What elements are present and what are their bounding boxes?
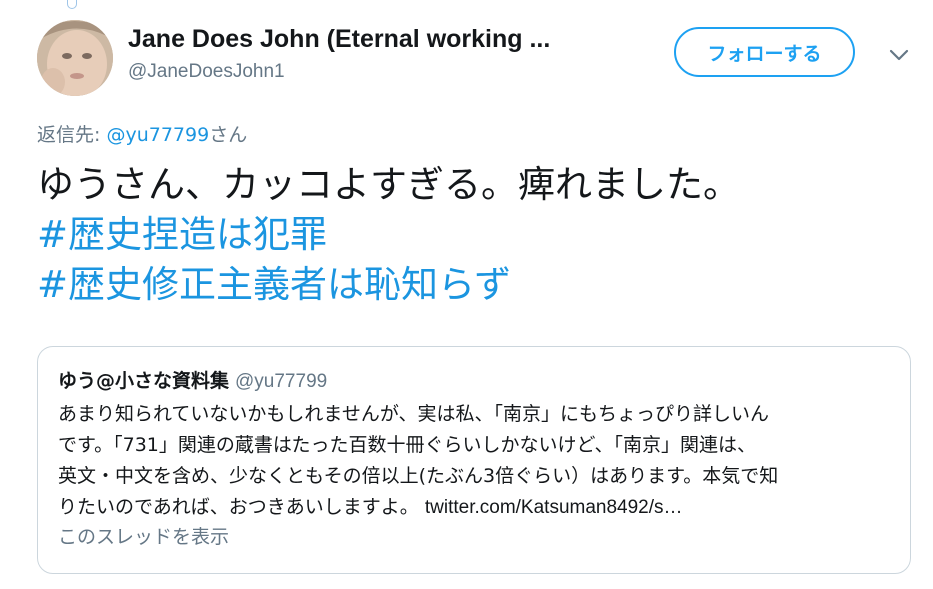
hashtag-link[interactable]: #歴史捏造は犯罪 <box>37 210 917 260</box>
quoted-text-line: 英文・中文を含め、少なくともその倍以上(たぶん3倍ぐらい）はあります。本気で知 <box>58 465 779 487</box>
author-display-name[interactable]: Jane Does John (Eternal working ... <box>128 22 618 56</box>
more-options-button[interactable] <box>884 42 914 68</box>
quoted-text-line: あまり知られていないかもしれませんが、実は私、「南京」にもちょっぴり詳しいん <box>58 403 769 425</box>
chevron-down-icon <box>889 49 909 61</box>
reply-context: 返信先: @yu77799さん <box>37 121 247 149</box>
quoted-tweet-text: あまり知られていないかもしれませんが、実は私、「南京」にもちょっぴり詳しいん で… <box>58 399 898 523</box>
avatar[interactable] <box>37 20 113 96</box>
quoted-text-line: です。「731」関連の蔵書はたった百数十冊ぐらいしかないけど、「南京」関連は、 <box>58 434 757 456</box>
avatar-image <box>37 20 113 96</box>
tweet-embed: Jane Does John (Eternal working ... @Jan… <box>0 0 933 589</box>
quoted-author-name: ゆう@小さな資料集 <box>58 370 230 392</box>
connector-mark <box>67 0 77 9</box>
reply-suffix: さん <box>209 124 248 146</box>
tweet-text: ゆうさん、カッコよすぎる。痺れました。 #歴史捏造は犯罪 #歴史修正主義者は恥知… <box>37 160 917 310</box>
show-thread-link[interactable]: このスレッドを表示 <box>58 523 229 551</box>
author-handle[interactable]: @JaneDoesJohn1 <box>128 59 285 85</box>
reply-prefix: 返信先: <box>37 124 107 146</box>
quoted-text-line-with-link: りたいのであれば、おつきあいしますよ。 twitter.com/Katsuman… <box>58 492 898 523</box>
quoted-text-line: りたいのであれば、おつきあいしますよ。 <box>58 496 425 518</box>
quoted-tweet-header: ゆう@小さな資料集 @yu77799 <box>58 368 327 395</box>
hashtag-link[interactable]: #歴史修正主義者は恥知らず <box>37 260 917 310</box>
tweet-text-line: ゆうさん、カッコよすぎる。痺れました。 <box>37 163 740 206</box>
quoted-tweet-link[interactable]: twitter.com/Katsuman8492/s… <box>425 497 683 518</box>
quoted-author-handle: @yu77799 <box>235 371 328 392</box>
reply-mention-link[interactable]: @yu77799 <box>106 124 209 146</box>
follow-button[interactable]: フォローする <box>674 27 855 77</box>
quoted-tweet-card[interactable]: ゆう@小さな資料集 @yu77799 あまり知られていないかもしれませんが、実は私… <box>37 346 911 574</box>
